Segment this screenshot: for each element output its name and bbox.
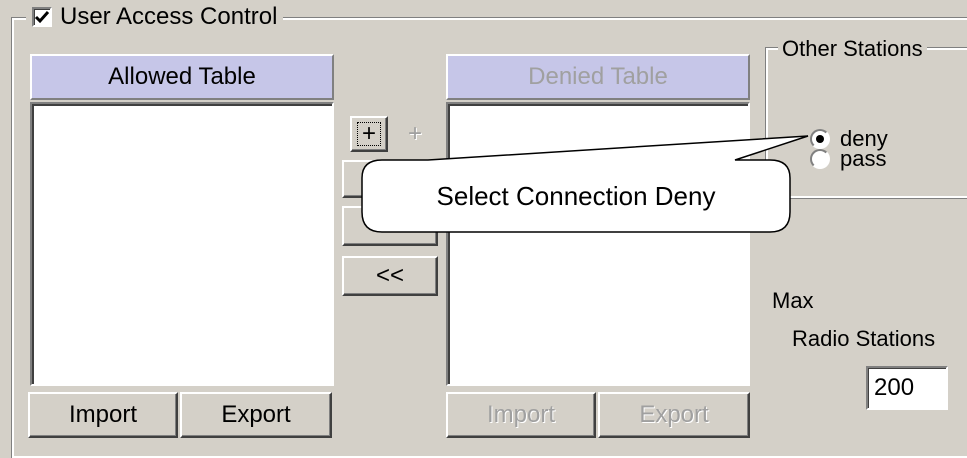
callout-text: Select Connection Deny [436,181,716,211]
